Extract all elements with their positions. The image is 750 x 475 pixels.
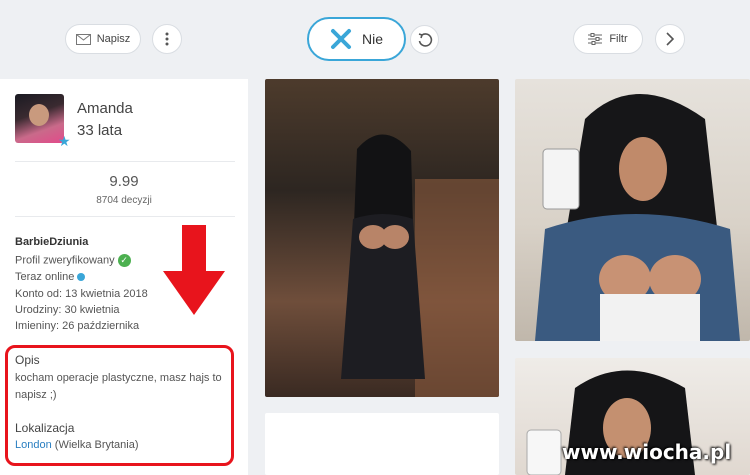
highlight-box-annotation bbox=[5, 345, 234, 466]
photo-figure bbox=[341, 134, 499, 397]
username: BarbieDziunia bbox=[15, 236, 89, 248]
profile-name: Amanda bbox=[77, 100, 133, 117]
checkmark-icon: ✓ bbox=[117, 254, 131, 267]
filter-label: Filtr bbox=[609, 33, 628, 45]
filter-button[interactable]: Filtr bbox=[573, 24, 643, 54]
profile-rating: 9.99 bbox=[109, 173, 139, 190]
watermark: www.wiocha.pl bbox=[562, 440, 732, 464]
reject-button[interactable]: Nie bbox=[307, 17, 406, 61]
verified-status: Profil zweryfikowany ✓ bbox=[15, 254, 131, 267]
star-badge-icon: ★ bbox=[58, 133, 71, 149]
info-icon[interactable] bbox=[77, 273, 86, 282]
member-since: Konto od: 13 kwietnia 2018 bbox=[15, 288, 148, 300]
undo-icon bbox=[418, 32, 432, 47]
next-button[interactable] bbox=[655, 24, 685, 54]
undo-button[interactable] bbox=[410, 25, 439, 54]
profile-age: 33 lata bbox=[77, 122, 123, 139]
divider bbox=[15, 216, 235, 217]
profile-photo[interactable] bbox=[265, 79, 499, 397]
close-icon bbox=[330, 29, 351, 49]
more-options-button[interactable] bbox=[152, 24, 182, 54]
sliders-icon bbox=[588, 33, 603, 45]
write-message-label: Napisz bbox=[96, 33, 131, 45]
verified-label: Profil zweryfikowany bbox=[15, 254, 115, 267]
online-label: Teraz online bbox=[15, 271, 75, 283]
write-message-button[interactable]: Napisz bbox=[65, 24, 141, 54]
chevron-right-icon bbox=[666, 32, 674, 46]
avatar[interactable] bbox=[15, 94, 64, 143]
red-arrow-annotation bbox=[163, 225, 225, 315]
divider bbox=[15, 161, 235, 162]
decisions-count: 8704 decyzji bbox=[96, 195, 152, 206]
online-status: Teraz online bbox=[15, 271, 86, 283]
reject-label: Nie bbox=[361, 31, 383, 47]
photo-figure bbox=[535, 94, 740, 341]
envelope-icon bbox=[75, 33, 91, 45]
photo-placeholder bbox=[265, 413, 499, 475]
profile-photo[interactable] bbox=[515, 79, 750, 341]
birthday: Urodziny: 30 kwietnia bbox=[15, 304, 120, 316]
vertical-dots-icon bbox=[165, 32, 169, 46]
name-day: Imieniny: 26 października bbox=[15, 320, 140, 332]
